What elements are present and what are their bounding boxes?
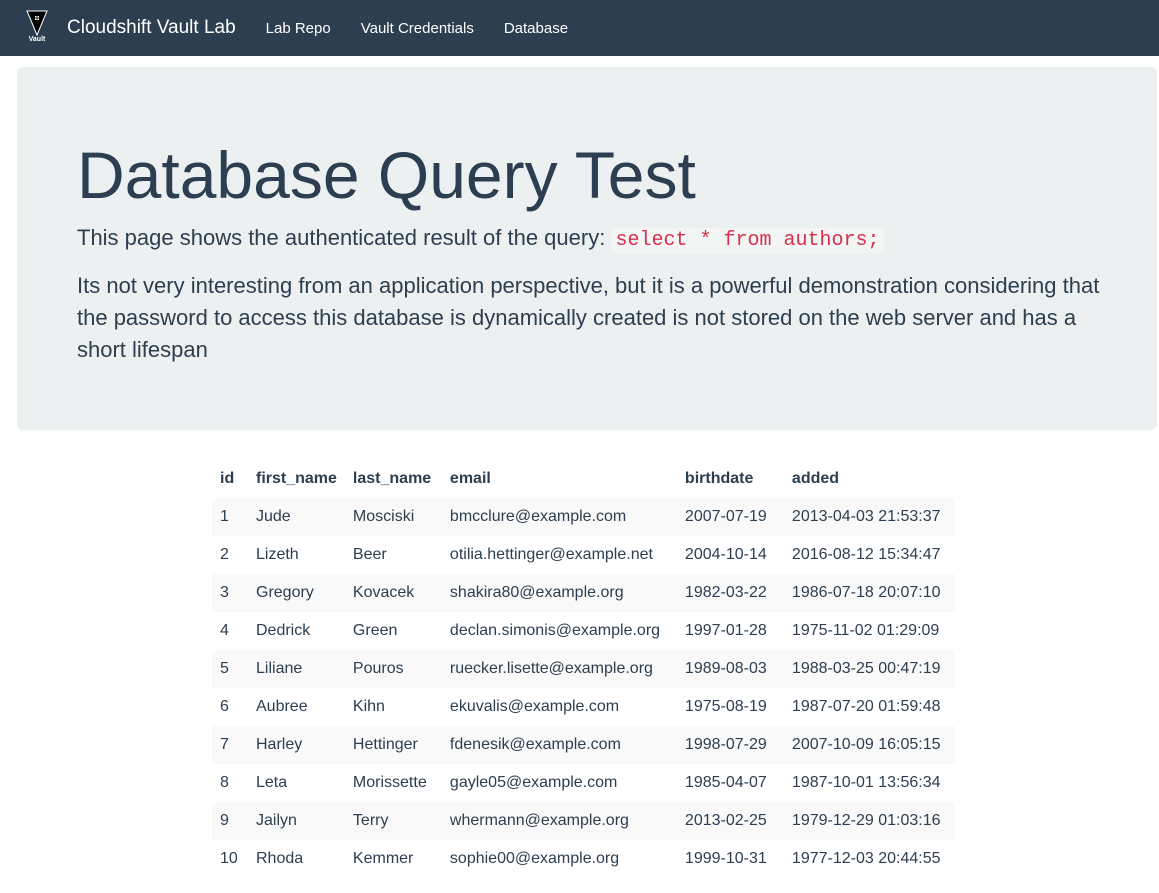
cell-last-name: Pouros xyxy=(352,660,404,677)
cell-first-name: Jude xyxy=(256,508,291,525)
jumbotron: Database Query Test This page shows the … xyxy=(17,67,1157,430)
cell-added: 2016-08-12 15:34:47 xyxy=(791,546,941,563)
nav-link-vault-credentials[interactable]: Vault Credentials xyxy=(361,20,474,37)
cell-birthdate: 1998-07-29 xyxy=(684,736,767,753)
column-header-id: id xyxy=(220,470,235,487)
cell-birthdate: 1999-10-31 xyxy=(684,850,767,867)
description-text: Its not very interesting from an applica… xyxy=(77,273,1100,362)
cell-first-name: Harley xyxy=(256,736,303,753)
authors-table: id first_name last_name email birthdate … xyxy=(212,460,955,878)
table-row: 4 Dedrick Green declan.simonis@example.org 1… xyxy=(212,612,955,650)
table-row: 2 Lizeth Beer otilia.hettinger@example.net 2… xyxy=(212,536,955,574)
column-header-first-name: first_name xyxy=(256,470,337,487)
cell-added: 1986-07-18 20:07:10 xyxy=(791,584,941,601)
cell-last-name: Kemmer xyxy=(352,850,414,867)
table-row: 6 Aubree Kihn ekuvalis@example.com 1975-08-1… xyxy=(212,688,955,726)
table-header-row: id first_name last_name email birthdate … xyxy=(212,460,955,498)
cell-birthdate: 1985-04-07 xyxy=(684,774,767,791)
cell-first-name: Gregory xyxy=(256,584,314,601)
cell-last-name: Beer xyxy=(352,546,387,563)
cell-birthdate: 1989-08-03 xyxy=(684,660,767,677)
cell-email: bmcclure@example.com xyxy=(449,508,627,525)
cell-id: 6 xyxy=(220,698,229,715)
cell-email: gayle05@example.com xyxy=(449,774,618,791)
cell-first-name: Dedrick xyxy=(256,622,311,639)
column-header-added: added xyxy=(791,470,840,487)
cell-added: 1979-12-29 01:03:16 xyxy=(791,812,941,829)
brand-title[interactable]: Cloudshift Vault Lab xyxy=(67,17,236,39)
table-body: 1 Jude Mosciski bmcclure@example.com 2007-07… xyxy=(212,498,955,878)
page-title: Database Query Test xyxy=(77,138,696,212)
cell-added: 1987-07-20 01:59:48 xyxy=(791,698,941,715)
cell-id: 7 xyxy=(220,736,229,753)
column-header-birthdate: birthdate xyxy=(684,470,754,487)
cell-email: whermann@example.org xyxy=(449,812,629,829)
cell-id: 1 xyxy=(220,508,229,525)
cell-last-name: Terry xyxy=(352,812,389,829)
cell-last-name: Mosciski xyxy=(352,508,415,525)
cell-email: otilia.hettinger@example.net xyxy=(449,546,653,563)
table-row: 7 Harley Hettinger fdenesik@example.com 1998… xyxy=(212,726,955,764)
cell-birthdate: 1982-03-22 xyxy=(684,584,767,601)
cell-email: declan.simonis@example.org xyxy=(449,622,661,639)
cell-last-name: Morissette xyxy=(352,774,427,791)
cell-first-name: Lizeth xyxy=(256,546,299,563)
nav-link-lab-repo[interactable]: Lab Repo xyxy=(266,20,331,37)
cell-id: 4 xyxy=(220,622,229,639)
cell-id: 10 xyxy=(220,850,238,867)
cell-birthdate: 2004-10-14 xyxy=(684,546,767,563)
column-header-email: email xyxy=(449,470,491,487)
cell-first-name: Aubree xyxy=(256,698,308,715)
cell-last-name: Green xyxy=(352,622,398,639)
cell-first-name: Leta xyxy=(256,774,288,791)
cell-email: fdenesik@example.com xyxy=(449,736,621,753)
cell-first-name: Rhoda xyxy=(256,850,304,867)
cell-last-name: Kovacek xyxy=(352,584,415,601)
cell-id: 9 xyxy=(220,812,229,829)
cell-id: 2 xyxy=(220,546,229,563)
query-lead-text: This page shows the authenticated result… xyxy=(77,225,606,250)
cell-birthdate: 1975-08-19 xyxy=(684,698,767,715)
cell-birthdate: 1997-01-28 xyxy=(684,622,767,639)
query-lead: This page shows the authenticated result… xyxy=(77,222,884,257)
column-header-last-name: last_name xyxy=(352,470,432,487)
table-row: 10 Rhoda Kemmer sophie00@example.org 1999-10… xyxy=(212,840,955,878)
logo-label: Vault xyxy=(28,36,46,43)
cell-added: 1977-12-03 20:44:55 xyxy=(791,850,941,867)
navbar: Vault Cloudshift Vault Lab Lab Repo Vaul… xyxy=(0,0,1159,56)
table-row: 8 Leta Morissette gayle05@example.com 1985-0… xyxy=(212,764,955,802)
cell-id: 3 xyxy=(220,584,229,601)
cell-added: 2007-10-09 16:05:15 xyxy=(791,736,941,753)
cell-last-name: Hettinger xyxy=(352,736,418,753)
vault-logo[interactable]: Vault xyxy=(25,10,49,46)
cell-added: 1987-10-01 13:56:34 xyxy=(791,774,941,791)
table-row: 3 Gregory Kovacek shakira80@example.org 1982… xyxy=(212,574,955,612)
nav-link-database[interactable]: Database xyxy=(504,20,568,37)
cell-added: 1975-11-02 01:29:09 xyxy=(791,622,940,639)
cell-birthdate: 2013-02-25 xyxy=(684,812,767,829)
cell-email: ruecker.lisette@example.org xyxy=(449,660,653,677)
cell-id: 8 xyxy=(220,774,229,791)
cell-email: ekuvalis@example.com xyxy=(449,698,620,715)
vault-triangle-icon xyxy=(26,10,48,36)
cell-id: 5 xyxy=(220,660,229,677)
cell-email: sophie00@example.org xyxy=(449,850,620,867)
query-code: select * from authors; xyxy=(611,228,884,253)
cell-first-name: Liliane xyxy=(256,660,303,677)
cell-email: shakira80@example.org xyxy=(449,584,624,601)
cell-last-name: Kihn xyxy=(352,698,385,715)
table-row: 1 Jude Mosciski bmcclure@example.com 2007-07… xyxy=(212,498,955,536)
cell-first-name: Jailyn xyxy=(256,812,297,829)
cell-added: 1988-03-25 00:47:19 xyxy=(791,660,941,677)
cell-added: 2013-04-03 21:53:37 xyxy=(791,508,941,525)
table-row: 9 Jailyn Terry whermann@example.org 2013-02-… xyxy=(212,802,955,840)
table-row: 5 Liliane Pouros ruecker.lisette@example.or… xyxy=(212,650,955,688)
cell-birthdate: 2007-07-19 xyxy=(684,508,767,525)
